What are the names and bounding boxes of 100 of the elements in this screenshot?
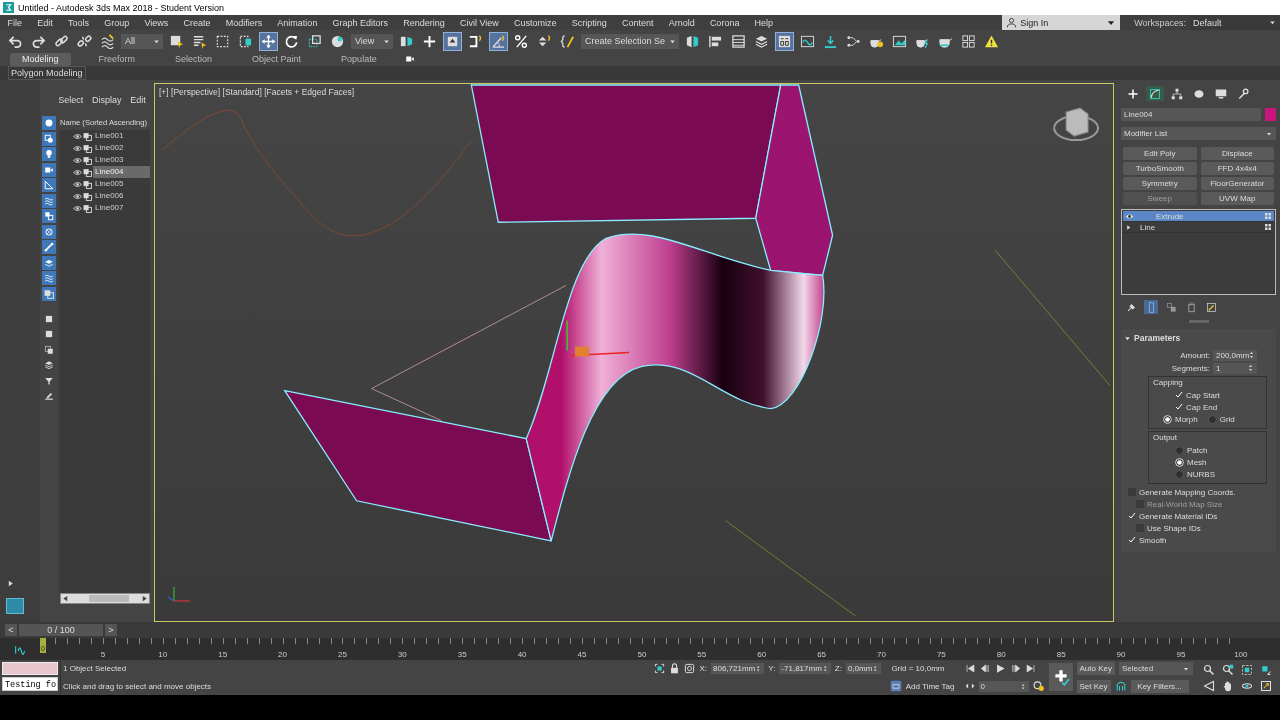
frame-number: 5	[100, 650, 106, 659]
frame-number: 60	[757, 650, 767, 659]
dropdown[interactable]: Create Selection Se	[581, 33, 680, 49]
object-item[interactable]: Line007	[93, 202, 150, 214]
modifier-button[interactable]: Displace	[1200, 147, 1274, 160]
frame-number: 70	[877, 650, 886, 659]
menu-item[interactable]: Modifiers	[218, 17, 270, 28]
modifier-button[interactable]: Edit Poly	[1123, 147, 1197, 160]
menu-item[interactable]: Corona	[702, 17, 747, 28]
object-name-field[interactable]: Line004	[1121, 108, 1261, 121]
group-title: Output	[1153, 433, 1178, 442]
y-coordinate-field[interactable]: -71,817mm	[779, 663, 831, 674]
menu-item[interactable]: Edit	[29, 17, 61, 28]
frame-number: 45	[577, 650, 587, 659]
workspaces-label: Workspaces:	[1133, 17, 1187, 28]
menu-item[interactable]: Graph Editors	[325, 17, 396, 28]
frame-number: 25	[338, 650, 347, 659]
radio-label: Grid	[1219, 414, 1235, 424]
menu-item[interactable]: Scripting	[564, 17, 615, 28]
z-coordinate-field[interactable]: 0,0mm	[845, 663, 882, 674]
menu-item[interactable]: Customize	[506, 17, 565, 28]
frame-number: 50	[637, 650, 647, 659]
modifier-button[interactable]: TurboSmooth	[1123, 162, 1197, 175]
listener-input-field[interactable]: Testing fo	[2, 677, 58, 691]
key-filters-button[interactable]: Key Filters...	[1130, 679, 1189, 693]
dropdown[interactable]: All	[121, 33, 163, 49]
set-key-toggle[interactable]: Set Key	[1076, 679, 1111, 693]
modifier-list-dropdown[interactable]: Modifier List	[1121, 127, 1276, 140]
object-item[interactable]: Line003	[93, 154, 150, 166]
menu-item[interactable]: Content	[614, 17, 662, 28]
auto-key-button[interactable]: Auto Key	[1076, 662, 1115, 676]
menu-item[interactable]: Tools	[60, 17, 97, 28]
viewport-label[interactable]: [+] [Perspective] [Standard] [Facets + Edged Faces]	[159, 87, 355, 97]
object-item[interactable]: Line004	[93, 166, 150, 178]
object-item[interactable]: Line006	[93, 190, 150, 202]
dropdown[interactable]: View	[351, 33, 393, 49]
key-mode-dropdown[interactable]: Selected	[1119, 662, 1193, 676]
object-item[interactable]: Line005	[93, 178, 150, 190]
frame-number: 10	[158, 650, 168, 659]
amount-spinner[interactable]: 200,0mm	[1213, 349, 1257, 361]
group-title: Capping	[1153, 378, 1184, 387]
modifier-button[interactable]: UVW Map	[1200, 192, 1274, 205]
menu-item[interactable]: Civil View	[452, 17, 507, 28]
field-label: Y:	[768, 664, 776, 673]
checkbox-label: Smooth	[1139, 535, 1167, 545]
ribbon-tab[interactable]: Modeling	[10, 52, 71, 66]
rollout-title[interactable]: Parameters	[1134, 333, 1181, 343]
selection-status: 1 Object Selected	[63, 664, 128, 674]
frame-number: 90	[1116, 650, 1126, 659]
menu-item[interactable]: Rendering	[395, 17, 453, 28]
field-label: Z:	[834, 664, 842, 673]
frame-number: 95	[1176, 650, 1186, 659]
checkbox-label: Real-World Map Size	[1147, 499, 1223, 509]
checkbox-label: Generate Mapping Coords.	[1139, 487, 1236, 497]
segments-spinner[interactable]: 1	[1213, 362, 1257, 374]
radio-label: Patch	[1187, 445, 1208, 455]
object-item[interactable]: Line002	[93, 142, 150, 154]
next-frame-button[interactable]: >	[105, 624, 117, 636]
menu-item[interactable]: File	[0, 17, 30, 28]
field-label: Amount:	[1180, 350, 1210, 360]
object-item[interactable]: Line001	[93, 130, 150, 142]
modifier-button[interactable]: Symmetry	[1123, 177, 1197, 190]
menu-item[interactable]: Help	[747, 17, 781, 28]
stack-item[interactable]: Line	[1123, 222, 1274, 233]
ribbon-tab[interactable]: Object Paint	[240, 52, 314, 66]
window-title: Untitled - Autodesk 3ds Max 2018 - Student Version	[18, 2, 225, 13]
radio-label: NURBS	[1187, 469, 1215, 479]
menu-item[interactable]: Animation	[269, 17, 325, 28]
frame-number: 30	[397, 650, 407, 659]
frame-field[interactable]: 0	[978, 680, 1029, 692]
ribbon-tab[interactable]: Populate	[329, 52, 389, 66]
previous-frame-button[interactable]: <	[5, 624, 17, 636]
time-slider-thumb[interactable]: 0 / 100	[19, 624, 103, 636]
checkbox-label: Use Shape IDs	[1147, 523, 1201, 533]
panel-label: Polygon Modeling	[8, 66, 86, 80]
checkbox-label: Cap Start	[1186, 390, 1220, 400]
frame-number: 55	[697, 650, 707, 659]
menu-item[interactable]: Arnold	[661, 17, 703, 28]
modifier-button[interactable]: FloorGenerator	[1200, 177, 1274, 190]
explorer-tab[interactable]: Edit	[130, 90, 146, 110]
menu-item[interactable]: Group	[96, 17, 137, 28]
field-label: Segments:	[1171, 363, 1210, 373]
prompt-text: Click and drag to select and move objects	[63, 681, 213, 691]
menu-item[interactable]: Views	[136, 17, 176, 28]
explorer-tab[interactable]: Select	[58, 90, 84, 110]
x-coordinate-field[interactable]: 806,721mm	[711, 663, 765, 674]
grid-size-text: Grid = 10,0mm	[891, 664, 945, 673]
workspace-dropdown[interactable]: Default	[1190, 15, 1280, 30]
ribbon-tab[interactable]: Selection	[163, 52, 225, 66]
menu-item[interactable]: Create	[175, 17, 219, 28]
explorer-tab[interactable]: Display	[91, 90, 122, 110]
checkbox-label: Cap End	[1186, 402, 1218, 412]
frame-number: 80	[996, 650, 1006, 659]
frame-number: 100	[1234, 650, 1248, 659]
frame-number: 85	[1056, 650, 1066, 659]
modifier-button[interactable]: FFD 4x4x4	[1200, 162, 1274, 175]
sign-in-button[interactable]: Sign In	[1002, 15, 1121, 30]
time-tag-label[interactable]: Add Time Tag	[905, 681, 955, 691]
ribbon-tab[interactable]: Freeform	[86, 52, 148, 66]
frame-number: 35	[457, 650, 467, 659]
